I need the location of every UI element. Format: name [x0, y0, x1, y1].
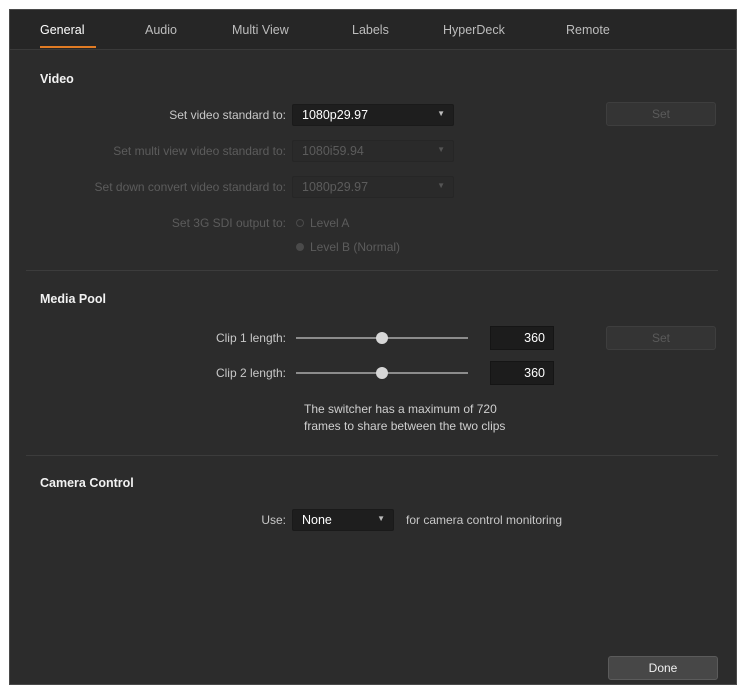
done-button[interactable]: Done — [608, 656, 718, 680]
downconvert-standard-dropdown[interactable]: 1080p29.97 ▼ — [292, 176, 454, 198]
sdi-level-a-label: Level A — [310, 216, 350, 230]
downconvert-standard-value: 1080p29.97 — [302, 180, 369, 194]
section-divider — [26, 455, 718, 456]
clip2-slider-handle[interactable] — [376, 367, 388, 379]
active-tab-indicator — [40, 46, 96, 48]
sdi-level-b-radio[interactable] — [296, 243, 304, 251]
camera-control-section-title: Camera Control — [40, 476, 134, 490]
video-section-title: Video — [40, 72, 74, 86]
tab-multi-view[interactable]: Multi View — [232, 23, 289, 37]
chevron-down-icon: ▼ — [437, 145, 445, 154]
clip1-slider-handle[interactable] — [376, 332, 388, 344]
tab-general[interactable]: General — [40, 23, 84, 37]
camera-control-suffix: for camera control monitoring — [406, 513, 563, 527]
multiview-standard-value: 1080i59.94 — [302, 144, 364, 158]
video-standard-label: Set video standard to: — [169, 108, 286, 122]
downconvert-standard-label: Set down convert video standard to: — [94, 180, 286, 194]
video-set-button[interactable]: Set — [606, 102, 716, 126]
media-pool-section-title: Media Pool — [40, 292, 106, 306]
chevron-down-icon: ▼ — [437, 109, 445, 118]
clip1-length-input[interactable]: 360 — [490, 326, 554, 350]
clip2-length-label: Clip 2 length: — [215, 366, 286, 380]
settings-window: General Audio Multi View Labels HyperDec… — [9, 9, 737, 685]
sdi-level-a-radio[interactable] — [296, 219, 304, 227]
sdi-level-b-label: Level B (Normal) — [310, 240, 401, 254]
chevron-down-icon: ▼ — [377, 514, 385, 523]
camera-use-value: None — [302, 513, 332, 527]
sdi-output-label: Set 3G SDI output to: — [171, 216, 286, 230]
camera-use-dropdown[interactable]: None ▼ — [292, 509, 394, 531]
tab-bar: General Audio Multi View Labels HyperDec… — [10, 10, 736, 50]
clip1-length-label: Clip 1 length: — [215, 331, 286, 345]
multiview-standard-dropdown[interactable]: 1080i59.94 ▼ — [292, 140, 454, 162]
tab-remote[interactable]: Remote — [566, 23, 610, 37]
chevron-down-icon: ▼ — [437, 181, 445, 190]
tab-audio[interactable]: Audio — [145, 23, 177, 37]
tab-hyperdeck[interactable]: HyperDeck — [443, 23, 505, 37]
info-line-1: The switcher has a maximum of 720 — [304, 402, 497, 416]
clip2-length-input[interactable]: 360 — [490, 361, 554, 385]
tab-labels[interactable]: Labels — [352, 23, 389, 37]
camera-use-label: Use: — [261, 513, 286, 527]
media-pool-info-text: The switcher has a maximum of 720 frames… — [304, 401, 505, 435]
section-divider — [26, 270, 718, 271]
video-standard-value: 1080p29.97 — [302, 108, 369, 122]
video-standard-dropdown[interactable]: 1080p29.97 ▼ — [292, 104, 454, 126]
info-line-2: frames to share between the two clips — [304, 419, 506, 433]
media-pool-set-button[interactable]: Set — [606, 326, 716, 350]
multiview-standard-label: Set multi view video standard to: — [113, 144, 286, 158]
